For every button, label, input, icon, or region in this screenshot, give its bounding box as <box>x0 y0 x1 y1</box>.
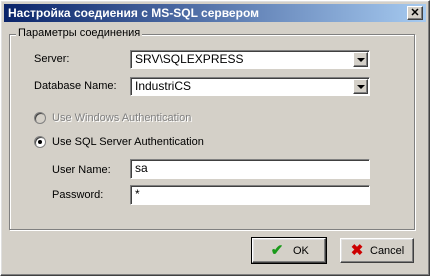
username-input[interactable]: sa <box>130 159 370 179</box>
windows-auth-radio <box>34 112 46 124</box>
server-value: SRV\SQLEXPRESS <box>135 52 244 66</box>
groupbox-legend: Параметры соединения <box>16 27 143 40</box>
ok-button[interactable]: ✔ OK <box>251 237 327 264</box>
cancel-button[interactable]: ✖ Cancel <box>340 238 414 263</box>
sql-auth-radio[interactable] <box>34 136 46 148</box>
sql-auth-label[interactable]: Use SQL Server Authentication <box>52 135 204 149</box>
cancel-button-label: Cancel <box>370 245 405 257</box>
database-dropdown-arrow-icon[interactable] <box>353 79 368 94</box>
password-label: Password: <box>52 189 104 201</box>
window-title: Настройка соедиения с MS-SQL сервером <box>8 6 259 20</box>
database-value: IndustriCS <box>135 79 192 93</box>
ok-button-label: OK <box>293 245 309 257</box>
password-input[interactable]: * <box>130 185 370 205</box>
username-value: sa <box>135 161 148 175</box>
database-label: Database Name: <box>34 80 117 92</box>
close-button[interactable]: ✕ <box>407 6 423 20</box>
password-value: * <box>135 187 140 201</box>
checkmark-icon: ✔ <box>270 242 284 259</box>
server-label: Server: <box>34 53 70 65</box>
windows-auth-label: Use Windows Authentication <box>52 112 192 124</box>
close-icon: ✕ <box>410 7 420 19</box>
database-combobox[interactable]: IndustriCS <box>130 77 370 96</box>
radio-selected-dot-icon <box>38 140 42 144</box>
x-icon: ✖ <box>350 242 364 259</box>
server-dropdown-arrow-icon[interactable] <box>353 52 368 67</box>
username-label: User Name: <box>52 164 111 176</box>
title-bar[interactable]: Настройка соедиения с MS-SQL сервером ✕ <box>4 4 426 22</box>
server-combobox[interactable]: SRV\SQLEXPRESS <box>130 50 370 69</box>
